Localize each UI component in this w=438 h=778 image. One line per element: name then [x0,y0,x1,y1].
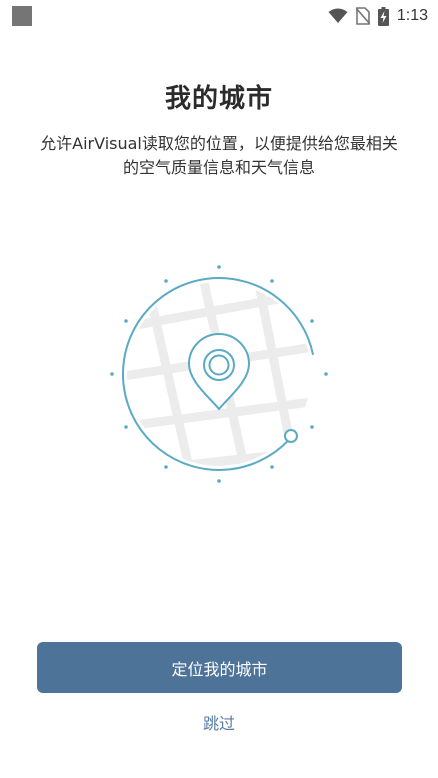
location-pin-map-icon [110,265,328,483]
notification-square-icon [12,6,32,26]
locate-my-city-label: 定位我的城市 [171,659,268,679]
location-permission-description: 允许AirVisual读取您的位置，以便提供给您最相关的空气质量信息和天气信息 [40,134,398,177]
page-title: 我的城市 [164,84,273,114]
no-sim-icon [355,7,370,25]
skip-link[interactable]: 跳过 [0,710,438,734]
status-time: 1:13 [396,7,428,24]
locate-my-city-button[interactable]: 定位我的城市 [37,642,402,693]
wifi-icon [328,8,348,23]
status-bar: 1:13 [0,0,438,32]
status-icons: 1:13 [328,4,428,28]
battery-charging-icon [377,6,389,26]
